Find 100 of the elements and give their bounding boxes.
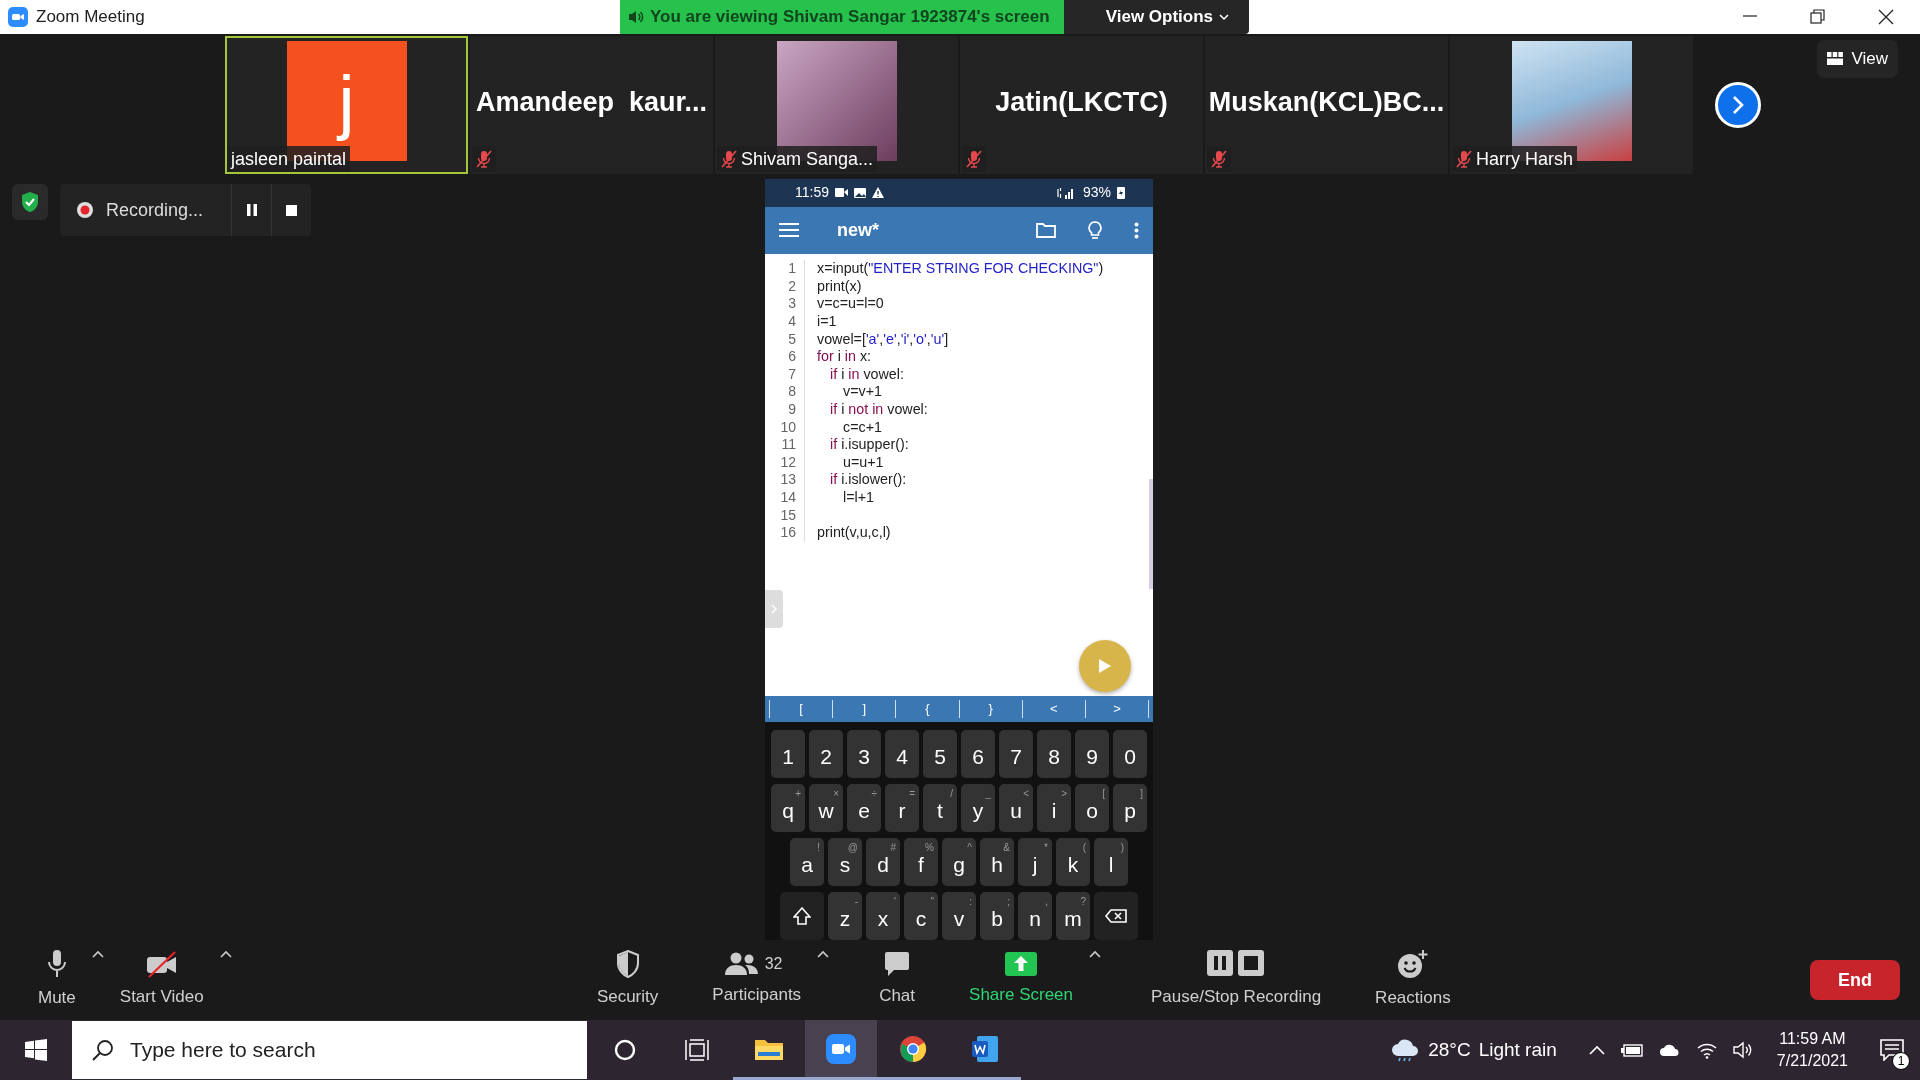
- code-line: l=l+1: [842, 489, 874, 507]
- participant-name: Jatin(LKCTC): [995, 85, 1168, 119]
- windows-logo-icon[interactable]: [25, 1039, 47, 1061]
- keyboard-key[interactable]: o [: [1075, 784, 1109, 832]
- symbol-key[interactable]: ]: [833, 699, 896, 719]
- toolbar-button[interactable]: Pause/Stop Recording: [1141, 950, 1332, 1010]
- keyboard-key[interactable]: v :: [942, 892, 976, 940]
- key-hint: ;: [1007, 895, 1010, 909]
- keyboard-key[interactable]: f %: [904, 838, 938, 886]
- keyboard-key[interactable]: 4: [885, 730, 919, 778]
- search-field[interactable]: Type here to search: [72, 1021, 587, 1079]
- symbol-key[interactable]: {: [896, 699, 959, 719]
- key-hint: >: [1061, 787, 1067, 801]
- chevron-right-icon: [1731, 95, 1745, 115]
- folder-icon[interactable]: [1036, 222, 1056, 239]
- keyboard-key[interactable]: d #: [866, 838, 900, 886]
- caret-up-icon[interactable]: [1089, 950, 1101, 958]
- lightbulb-icon[interactable]: [1088, 220, 1102, 240]
- window-title: Zoom Meeting: [36, 6, 145, 29]
- weather-condition: Light rain: [1478, 1037, 1557, 1062]
- keyboard-key[interactable]: 6: [961, 730, 995, 778]
- taskbar-app-button[interactable]: [805, 1020, 877, 1080]
- keyboard-key[interactable]: g ^: [942, 838, 976, 886]
- keyboard-key[interactable]: 8: [1037, 730, 1071, 778]
- end-button[interactable]: End: [1810, 960, 1900, 1000]
- keyboard-key[interactable]: 2: [809, 730, 843, 778]
- cloud-icon[interactable]: [1658, 1043, 1681, 1057]
- keyboard-key[interactable]: w ×: [809, 784, 843, 832]
- backspace-key[interactable]: [1094, 892, 1138, 940]
- keyboard-key[interactable]: z -: [828, 892, 862, 940]
- battery-icon[interactable]: [1620, 1043, 1643, 1057]
- keyboard-key[interactable]: l ): [1094, 838, 1128, 886]
- shift-key[interactable]: [780, 892, 824, 940]
- keyboard-key[interactable]: 7: [999, 730, 1033, 778]
- key-hint: !: [817, 841, 820, 855]
- keyboard-key[interactable]: 1: [771, 730, 805, 778]
- keyboard-key[interactable]: m ?: [1056, 892, 1090, 940]
- more-vertical-icon[interactable]: [1134, 221, 1139, 239]
- caret-up-icon[interactable]: [817, 950, 830, 958]
- clock-date[interactable]: 7/21/2021: [1776, 1050, 1848, 1072]
- symbol-key[interactable]: }: [959, 699, 1022, 719]
- clock-time[interactable]: 11:59 AM: [1776, 1028, 1848, 1050]
- keyboard-key[interactable]: p ]: [1113, 784, 1147, 832]
- menu-icon[interactable]: [779, 223, 799, 238]
- keyboard-key[interactable]: a !: [790, 838, 824, 886]
- code-line: print(v,u,c,l): [816, 524, 891, 542]
- key-hint: ': [894, 895, 896, 909]
- keyboard-key[interactable]: h &: [980, 838, 1014, 886]
- code-line: v=v+1: [842, 383, 882, 402]
- keyboard-key[interactable]: r =: [885, 784, 919, 832]
- keyboard-key[interactable]: c ": [904, 892, 938, 940]
- wifi-icon[interactable]: [1696, 1041, 1717, 1059]
- close-icon[interactable]: [1877, 8, 1895, 26]
- caret-up-icon[interactable]: [91, 950, 104, 958]
- toolbar-button[interactable]: Reactions: [1365, 949, 1461, 1011]
- keyboard-key[interactable]: t /: [923, 784, 957, 832]
- keyboard-key[interactable]: s @: [828, 838, 862, 886]
- code-line: for i in x:: [816, 348, 872, 366]
- next-page-button[interactable]: [1715, 82, 1761, 128]
- pause-icon: [246, 204, 257, 216]
- keyboard-key[interactable]: 0: [1113, 730, 1147, 778]
- restore-icon[interactable]: [1809, 8, 1827, 26]
- keyboard-key[interactable]: 5: [923, 730, 957, 778]
- toolbar-button[interactable]: Share Screen: [959, 952, 1083, 1008]
- symbol-key[interactable]: >: [1085, 699, 1149, 719]
- banner-text: You are viewing Shivam Sangar 1923874's screen: [650, 6, 1050, 29]
- keyboard-key[interactable]: j *: [1018, 838, 1052, 886]
- caret-up-icon[interactable]: [219, 950, 232, 958]
- keyboard-key[interactable]: q +: [771, 784, 805, 832]
- key-hint: ÷: [871, 787, 877, 801]
- toolbar-button[interactable]: Start Video: [109, 950, 214, 1010]
- keyboard-key[interactable]: i >: [1037, 784, 1071, 832]
- keyboard-key[interactable]: y _: [961, 784, 995, 832]
- keyboard-key[interactable]: 9: [1075, 730, 1109, 778]
- keyboard-key[interactable]: 3: [847, 730, 881, 778]
- symbol-key[interactable]: [: [770, 699, 833, 719]
- keyboard-key[interactable]: e ÷: [847, 784, 881, 832]
- key-hint: /: [950, 787, 953, 801]
- toolbar-button[interactable]: 32 Participants: [702, 952, 812, 1008]
- weather-temperature: 28°C: [1428, 1037, 1471, 1062]
- keyboard-key[interactable]: b ;: [980, 892, 1014, 940]
- toolbar-button[interactable]: Mute: [28, 949, 86, 1011]
- view-button[interactable]: View: [1817, 40, 1898, 78]
- key-hint: #: [890, 841, 896, 855]
- keyboard-key[interactable]: k (: [1056, 838, 1090, 886]
- keyboard-key[interactable]: n ,: [1018, 892, 1052, 940]
- participant-count: 32: [764, 954, 783, 975]
- line-number: 6: [765, 348, 805, 366]
- code-editor[interactable]: [765, 254, 1153, 697]
- keyboard-key[interactable]: x ': [866, 892, 900, 940]
- scrollbar[interactable]: [1149, 479, 1153, 590]
- toolbar-button[interactable]: Security: [586, 950, 669, 1010]
- key-hint: *: [1044, 841, 1048, 855]
- view-options-button[interactable]: View Options: [1063, 0, 1250, 34]
- app-logo-icon: [8, 7, 28, 27]
- volume-icon[interactable]: [1732, 1041, 1753, 1059]
- toolbar-button[interactable]: Chat: [869, 951, 926, 1009]
- keyboard-key[interactable]: u <: [999, 784, 1033, 832]
- shift-icon: [793, 907, 811, 925]
- symbol-key[interactable]: <: [1022, 699, 1085, 719]
